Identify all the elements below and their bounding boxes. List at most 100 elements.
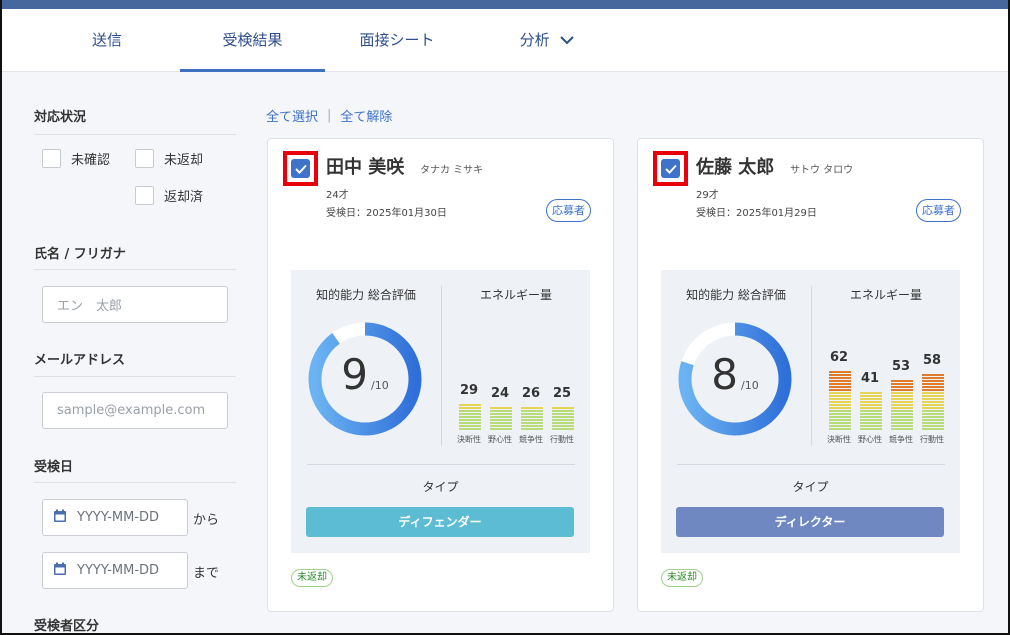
energy-bar-segment [891, 407, 913, 409]
energy-bar-stack [891, 379, 913, 430]
examinee-type-filter-title: 受検者区分 [34, 619, 100, 634]
tab-analysis[interactable]: 分析 [482, 9, 612, 72]
candidate-exam-date: 受検日：2025年01月30日 [326, 208, 447, 219]
energy-bar-segment [860, 407, 882, 409]
divider [34, 134, 236, 135]
energy-bar-segment [829, 395, 851, 397]
energy-bar-segment [521, 413, 543, 415]
type-button[interactable]: ディレクター [676, 507, 944, 537]
score-denominator: /10 [741, 379, 759, 392]
checkbox-label: 返却済 [164, 189, 204, 205]
energy-bar-stack [459, 403, 481, 430]
energy-bar-stack [490, 406, 512, 430]
divider [34, 482, 236, 483]
energy-bar-segment [922, 401, 944, 403]
energy-bar-segment [922, 389, 944, 391]
energy-bar-segment [860, 422, 882, 424]
energy-bar-segment [552, 428, 574, 430]
deselect-all-link[interactable]: 全て解除 [340, 106, 392, 125]
date-from-input[interactable]: YYYY-MM-DD [42, 499, 188, 536]
energy-bar-segment [521, 428, 543, 430]
energy-bar-segment [891, 416, 913, 418]
energy-bar-stack [860, 391, 882, 430]
energy-bar-segment [829, 371, 851, 373]
energy-bar-segment [829, 404, 851, 406]
energy-value: 58 [922, 353, 942, 368]
bulk-select-links: 全て選択 | 全て解除 [266, 106, 392, 125]
type-button[interactable]: ディフェンダー [306, 507, 574, 537]
checkbox[interactable] [135, 185, 154, 205]
energy-bar-stack [922, 373, 944, 430]
energy-bar-segment [891, 395, 913, 397]
energy-bar-segment [891, 380, 913, 382]
divider [34, 376, 236, 377]
energy-bar: 41 [857, 350, 883, 430]
tab-interview-label: 面接シート [359, 31, 435, 49]
panel-divider-horizontal [307, 464, 575, 465]
energy-bar-segment [829, 407, 851, 409]
energy-bar-segment [860, 398, 882, 400]
energy-bar-segment [922, 413, 944, 415]
energy-bar-segment [459, 407, 481, 409]
tab-send[interactable]: 送信 [42, 9, 172, 72]
score-value: 8 [711, 350, 739, 399]
status-badge: 未返却 [291, 569, 333, 587]
energy-bar-segment [490, 413, 512, 415]
energy-bar-segment [891, 410, 913, 412]
select-all-link[interactable]: 全て選択 [266, 106, 318, 125]
filter-unconfirmed[interactable]: 未確認 [42, 147, 110, 169]
energy-bar-segment [521, 422, 543, 424]
energy-category-label: 行動性 [920, 435, 944, 444]
name-input[interactable]: エン 太郎 [42, 286, 228, 323]
tab-interview-sheet[interactable]: 面接シート [332, 9, 462, 72]
energy-bar-segment [922, 407, 944, 409]
energy-bar-segment [459, 428, 481, 430]
energy-bar-segment [891, 401, 913, 403]
check-icon [661, 159, 680, 178]
energy-bar-segment [829, 413, 851, 415]
date-to-input[interactable]: YYYY-MM-DD [42, 552, 188, 589]
email-input[interactable]: sample@example.com [42, 392, 228, 429]
energy-bar-segment [922, 419, 944, 421]
energy-bar-segment [829, 383, 851, 385]
candidate-card[interactable]: 佐藤 太郎 サトウ タロウ 29才 受検日：2025年01月29日 応募者 知的能力 総合… [637, 138, 984, 612]
checkbox[interactable] [135, 148, 154, 168]
energy-bar-segment [922, 410, 944, 412]
candidate-card[interactable]: 田中 美咲 タナカ ミサキ 24才 受検日：2025年01月30日 応募者 知的能力 総合… [267, 138, 614, 612]
energy-bar-segment [829, 392, 851, 394]
energy-bar-segment [922, 422, 944, 424]
filter-not-returned[interactable]: 未返却 [135, 147, 203, 169]
energy-bar-segment [829, 380, 851, 382]
calendar-icon [53, 509, 77, 527]
energy-bar-segment [459, 416, 481, 418]
checkbox[interactable] [42, 148, 61, 168]
candidate-name: 佐藤 太郎 [696, 157, 775, 178]
energy-heading: エネルギー量 [849, 288, 922, 302]
energy-bar-segment [521, 419, 543, 421]
energy-bar-segment [891, 404, 913, 406]
energy-bar-segment [829, 419, 851, 421]
energy-bar-segment [891, 419, 913, 421]
card-select-checkbox[interactable] [653, 151, 688, 186]
date-from-suffix: から [193, 513, 220, 528]
energy-heading: エネルギー量 [479, 288, 552, 302]
energy-bar-segment [521, 407, 543, 409]
assessment-panel: 知的能力 総合評価 エネルギー量 9/10 29 決断性 24 野心性 26 競争性 25 行動性タ… [291, 270, 590, 553]
card-select-checkbox[interactable] [283, 151, 318, 186]
calendar-icon [53, 562, 77, 580]
energy-bar-segment [552, 410, 574, 412]
filter-returned[interactable]: 返却済 [135, 184, 203, 206]
energy-bar-segment [922, 404, 944, 406]
energy-bar: 58 [919, 350, 945, 430]
panel-divider-horizontal [677, 464, 945, 465]
energy-bar-segment [860, 401, 882, 403]
status-filter-title: 対応状況 [34, 110, 87, 125]
energy-bar-segment [891, 383, 913, 385]
energy-bar-segment [829, 410, 851, 412]
energy-bar: 62 [826, 350, 852, 430]
tab-results[interactable]: 受検結果 [180, 9, 325, 72]
energy-bar-segment [552, 425, 574, 427]
energy-bar-segment [521, 416, 543, 418]
energy-bar-segment [860, 416, 882, 418]
energy-bar-segment [860, 413, 882, 415]
